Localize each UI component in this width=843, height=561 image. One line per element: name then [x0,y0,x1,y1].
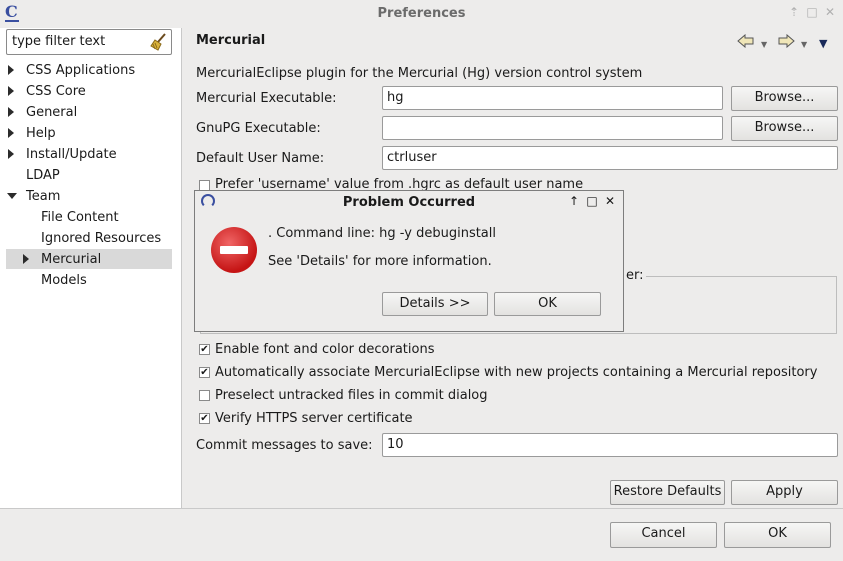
tree-item-css-core[interactable]: CSS Core [8,81,86,102]
expand-arrow-icon[interactable] [8,149,14,159]
browse-gpg-button[interactable]: Browse... [731,116,838,141]
commit-messages-label: Commit messages to save: [196,438,373,453]
tree-item-label: LDAP [26,168,60,183]
error-icon [211,227,257,273]
details-button[interactable]: Details >> [382,292,488,316]
problem-dialog: Problem Occurred ↑ □ ✕ . Command line: h… [194,190,624,332]
close-icon[interactable]: ✕ [603,194,617,208]
gpg-executable-field[interactable] [382,116,723,140]
tree-item-label: File Content [41,210,119,225]
tree-item-ignored-resources[interactable]: Ignored Resources [41,228,161,249]
tree-item-label: Mercurial [41,252,102,267]
group-label-fragment: er: [624,268,646,283]
enable-decorations-label: Enable font and color decorations [215,342,435,357]
dialog-ok-button[interactable]: OK [494,292,601,316]
tree-item-help[interactable]: Help [8,123,56,144]
broom-icon[interactable] [149,32,169,52]
forward-arrow-icon[interactable] [777,33,795,50]
restore-defaults-button[interactable]: Restore Defaults [610,480,725,505]
chevron-down-icon[interactable]: ▼ [761,37,767,53]
browse-hg-button[interactable]: Browse... [731,86,838,111]
footer-separator [0,508,843,509]
default-user-label: Default User Name: [196,151,325,166]
close-icon[interactable]: ✕ [823,5,837,19]
dialog-details-hint: See 'Details' for more information. [268,254,492,269]
tree-item-mercurial[interactable]: Mercurial [23,249,102,270]
cancel-button[interactable]: Cancel [610,522,717,548]
expand-arrow-icon[interactable] [8,65,14,75]
back-arrow-icon[interactable] [737,33,755,50]
tree-item-label: CSS Applications [26,63,136,78]
gpg-executable-label: GnuPG Executable: [196,121,321,136]
tree-item-team[interactable]: Team [7,186,61,207]
view-menu-icon[interactable]: ▼ [819,36,827,52]
tree-item-label: Help [26,126,56,141]
tree-item-label: Team [26,189,61,204]
tree-item-install-update[interactable]: Install/Update [8,144,117,165]
arrow-up-icon[interactable]: ↑ [567,194,581,208]
maximize-icon[interactable]: □ [805,5,819,19]
default-user-field[interactable]: ctrluser [382,146,838,170]
tree-item-label: Ignored Resources [41,231,162,246]
tree-item-label: Models [41,273,87,288]
page-title: Mercurial [196,33,266,48]
dialog-message: . Command line: hg -y debuginstall [268,226,497,241]
collapse-arrow-icon[interactable] [7,193,17,199]
dialog-title: Problem Occurred [342,195,476,210]
apply-button[interactable]: Apply [731,480,838,505]
chevron-down-icon[interactable]: ▼ [801,37,807,53]
expand-arrow-icon[interactable] [8,86,14,96]
tree-item-label: CSS Core [26,84,86,99]
expand-arrow-icon[interactable] [8,107,14,117]
tree-item-file-content[interactable]: File Content [41,207,119,228]
commit-messages-field[interactable]: 10 [382,433,838,457]
page-description: MercurialEclipse plugin for the Mercuria… [196,66,643,81]
window-title: Preferences [377,6,466,21]
verify-https-checkbox[interactable]: ✔ [199,413,210,424]
verify-https-label: Verify HTTPS server certificate [215,411,413,426]
tree-item-ldap[interactable]: LDAP [26,165,60,186]
preselect-untracked-label: Preselect untracked files in commit dial… [215,388,488,403]
enable-decorations-checkbox[interactable]: ✔ [199,344,210,355]
tree-item-general[interactable]: General [8,102,78,123]
tree-item-models[interactable]: Models [41,270,87,291]
hg-executable-field[interactable]: hg [382,86,723,110]
tree-item-label: General [26,105,78,120]
auto-associate-label: Automatically associate MercurialEclipse… [215,365,818,380]
arrow-up-icon[interactable]: ⇡ [787,5,801,19]
tree-item-label: Install/Update [26,147,117,162]
expand-arrow-icon[interactable] [23,254,29,264]
expand-arrow-icon[interactable] [8,128,14,138]
hg-executable-label: Mercurial Executable: [196,91,337,106]
maximize-icon[interactable]: □ [585,194,599,208]
ok-button[interactable]: OK [724,522,831,548]
auto-associate-checkbox[interactable]: ✔ [199,367,210,378]
preselect-untracked-checkbox[interactable] [199,390,210,401]
filter-input[interactable]: type filter text [6,29,172,55]
tree-item-css-applications[interactable]: CSS Applications [8,60,136,81]
